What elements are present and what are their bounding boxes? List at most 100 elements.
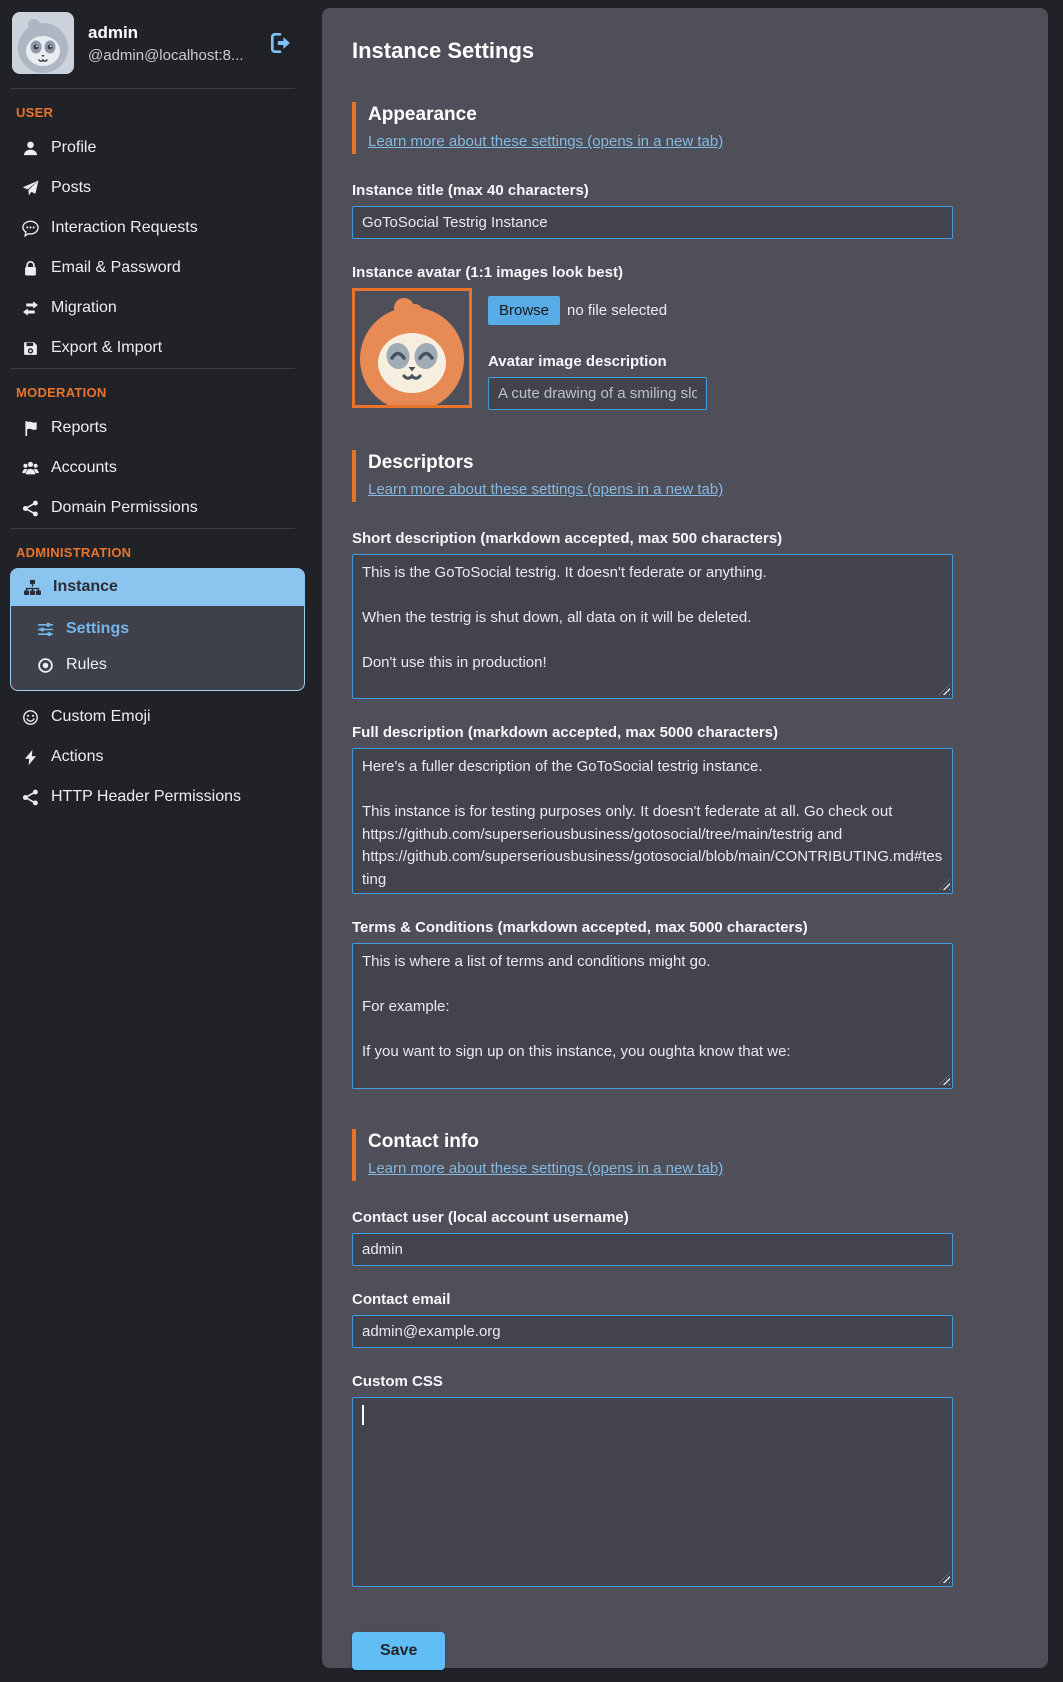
sidebar-item-export-import[interactable]: Export & Import	[0, 328, 305, 368]
sidebar-item-rules[interactable]: Rules	[11, 647, 304, 683]
nav-group-moderation: MODERATION Reports Accounts	[0, 369, 305, 528]
section-header-descriptors: Descriptors Learn more about these setti…	[352, 450, 953, 502]
flag-icon	[22, 420, 39, 437]
sloth-avatar-image	[12, 12, 74, 74]
avatar-description-label: Avatar image description	[488, 353, 707, 370]
sidebar-item-label: HTTP Header Permissions	[51, 788, 241, 806]
save-button[interactable]: Save	[352, 1632, 445, 1670]
share-nodes-icon	[22, 789, 39, 806]
field-label: Full description (markdown accepted, max…	[352, 724, 953, 741]
nav-group-label: ADMINISTRATION	[0, 529, 305, 568]
page-title: Instance Settings	[352, 38, 953, 64]
sidebar-item-label: Actions	[51, 748, 103, 766]
user-texts: admin @admin@localhost:8...	[88, 23, 244, 64]
sidebar-item-domain-permissions[interactable]: Domain Permissions	[0, 488, 305, 528]
field-terms: Terms & Conditions (markdown accepted, m…	[352, 919, 953, 1089]
section-heading: Appearance	[368, 104, 953, 126]
field-custom-css: Custom CSS	[352, 1373, 953, 1587]
nav-group-user: USER Profile Posts	[0, 89, 305, 368]
sidebar-item-label: Domain Permissions	[51, 499, 198, 517]
sliders-icon	[37, 621, 54, 638]
sidebar-item-posts[interactable]: Posts	[0, 168, 305, 208]
section-header-contact-info: Contact info Learn more about these sett…	[352, 1129, 953, 1181]
sidebar-item-label: Interaction Requests	[51, 219, 198, 237]
sidebar-item-instance[interactable]: Instance	[10, 568, 305, 606]
text-cursor	[362, 1405, 364, 1425]
sidebar-item-settings[interactable]: Settings	[11, 611, 304, 647]
sidebar-item-custom-emoji[interactable]: Custom Emoji	[0, 697, 305, 737]
sitemap-icon	[24, 579, 41, 596]
sidebar-item-label: Profile	[51, 139, 96, 157]
contact-email-input[interactable]	[352, 1315, 953, 1348]
learn-more-link[interactable]: Learn more about these settings (opens i…	[368, 481, 723, 498]
paper-plane-icon	[22, 180, 39, 197]
field-label: Terms & Conditions (markdown accepted, m…	[352, 919, 953, 936]
circle-dot-icon	[37, 657, 54, 674]
sidebar-item-label: Instance	[53, 578, 118, 596]
sidebar-item-label: Rules	[66, 656, 107, 674]
short-description-textarea[interactable]: This is the GoToSocial testrig. It doesn…	[352, 554, 953, 699]
smile-icon	[22, 709, 39, 726]
field-label: Contact user (local account username)	[352, 1209, 953, 1226]
file-status-text: no file selected	[567, 302, 667, 319]
bolt-icon	[22, 749, 39, 766]
field-label: Instance title (max 40 characters)	[352, 182, 953, 199]
instance-avatar-preview	[352, 288, 472, 408]
learn-more-link[interactable]: Learn more about these settings (opens i…	[368, 1160, 723, 1177]
sloth-instance-avatar-image	[355, 291, 469, 405]
field-contact-email: Contact email	[352, 1291, 953, 1348]
sidebar-item-label: Export & Import	[51, 339, 162, 357]
sidebar-item-profile[interactable]: Profile	[0, 128, 305, 168]
section-header-appearance: Appearance Learn more about these settin…	[352, 102, 953, 154]
sidebar-item-actions[interactable]: Actions	[0, 737, 305, 777]
section-heading: Descriptors	[368, 452, 953, 474]
contact-user-input[interactable]	[352, 1233, 953, 1266]
field-instance-avatar: Instance avatar (1:1 images look best)	[352, 264, 953, 410]
field-full-description: Full description (markdown accepted, max…	[352, 724, 953, 894]
lock-icon	[22, 260, 39, 277]
sidebar-item-label: Migration	[51, 299, 117, 317]
instance-submenu: Settings Rules	[10, 606, 305, 691]
field-label: Custom CSS	[352, 1373, 953, 1390]
sidebar-item-label: Reports	[51, 419, 107, 437]
user-card: admin @admin@localhost:8...	[0, 0, 305, 88]
user-name: admin	[88, 23, 244, 43]
migration-arrows-icon	[22, 300, 39, 317]
sidebar-item-email-password[interactable]: Email & Password	[0, 248, 305, 288]
nav-group-label: MODERATION	[0, 369, 305, 408]
instance-settings-panel: Instance Settings Appearance Learn more …	[322, 8, 1048, 1668]
user-avatar	[12, 12, 74, 74]
browse-button[interactable]: Browse	[488, 296, 560, 325]
sidebar-item-migration[interactable]: Migration	[0, 288, 305, 328]
user-handle: @admin@localhost:8...	[88, 47, 244, 64]
users-icon	[22, 460, 39, 477]
logout-icon[interactable]	[269, 31, 293, 55]
share-nodes-icon	[22, 500, 39, 517]
avatar-description-input[interactable]	[488, 377, 707, 410]
field-label: Instance avatar (1:1 images look best)	[352, 264, 953, 281]
sidebar: admin @admin@localhost:8... USER Profile	[0, 0, 305, 1682]
field-label: Contact email	[352, 1291, 953, 1308]
instance-title-input[interactable]	[352, 206, 953, 239]
nav-group-label: USER	[0, 89, 305, 128]
field-label: Short description (markdown accepted, ma…	[352, 530, 953, 547]
sidebar-item-interaction-requests[interactable]: Interaction Requests	[0, 208, 305, 248]
custom-css-textarea[interactable]	[352, 1397, 953, 1587]
sidebar-item-reports[interactable]: Reports	[0, 408, 305, 448]
sidebar-item-label: Email & Password	[51, 259, 181, 277]
floppy-disk-icon	[22, 340, 39, 357]
full-description-textarea[interactable]: Here's a fuller description of the GoToS…	[352, 748, 953, 894]
sidebar-item-label: Accounts	[51, 459, 117, 477]
comment-dots-icon	[22, 220, 39, 237]
user-icon	[22, 140, 39, 157]
nav-group-administration: ADMINISTRATION Instance	[0, 529, 305, 817]
field-short-description: Short description (markdown accepted, ma…	[352, 530, 953, 699]
learn-more-link[interactable]: Learn more about these settings (opens i…	[368, 133, 723, 150]
section-heading: Contact info	[368, 1131, 953, 1153]
sidebar-item-http-header-permissions[interactable]: HTTP Header Permissions	[0, 777, 305, 817]
sidebar-item-accounts[interactable]: Accounts	[0, 448, 305, 488]
terms-textarea[interactable]: This is where a list of terms and condit…	[352, 943, 953, 1089]
field-instance-title: Instance title (max 40 characters)	[352, 182, 953, 239]
sidebar-item-label: Posts	[51, 179, 91, 197]
field-contact-user: Contact user (local account username)	[352, 1209, 953, 1266]
